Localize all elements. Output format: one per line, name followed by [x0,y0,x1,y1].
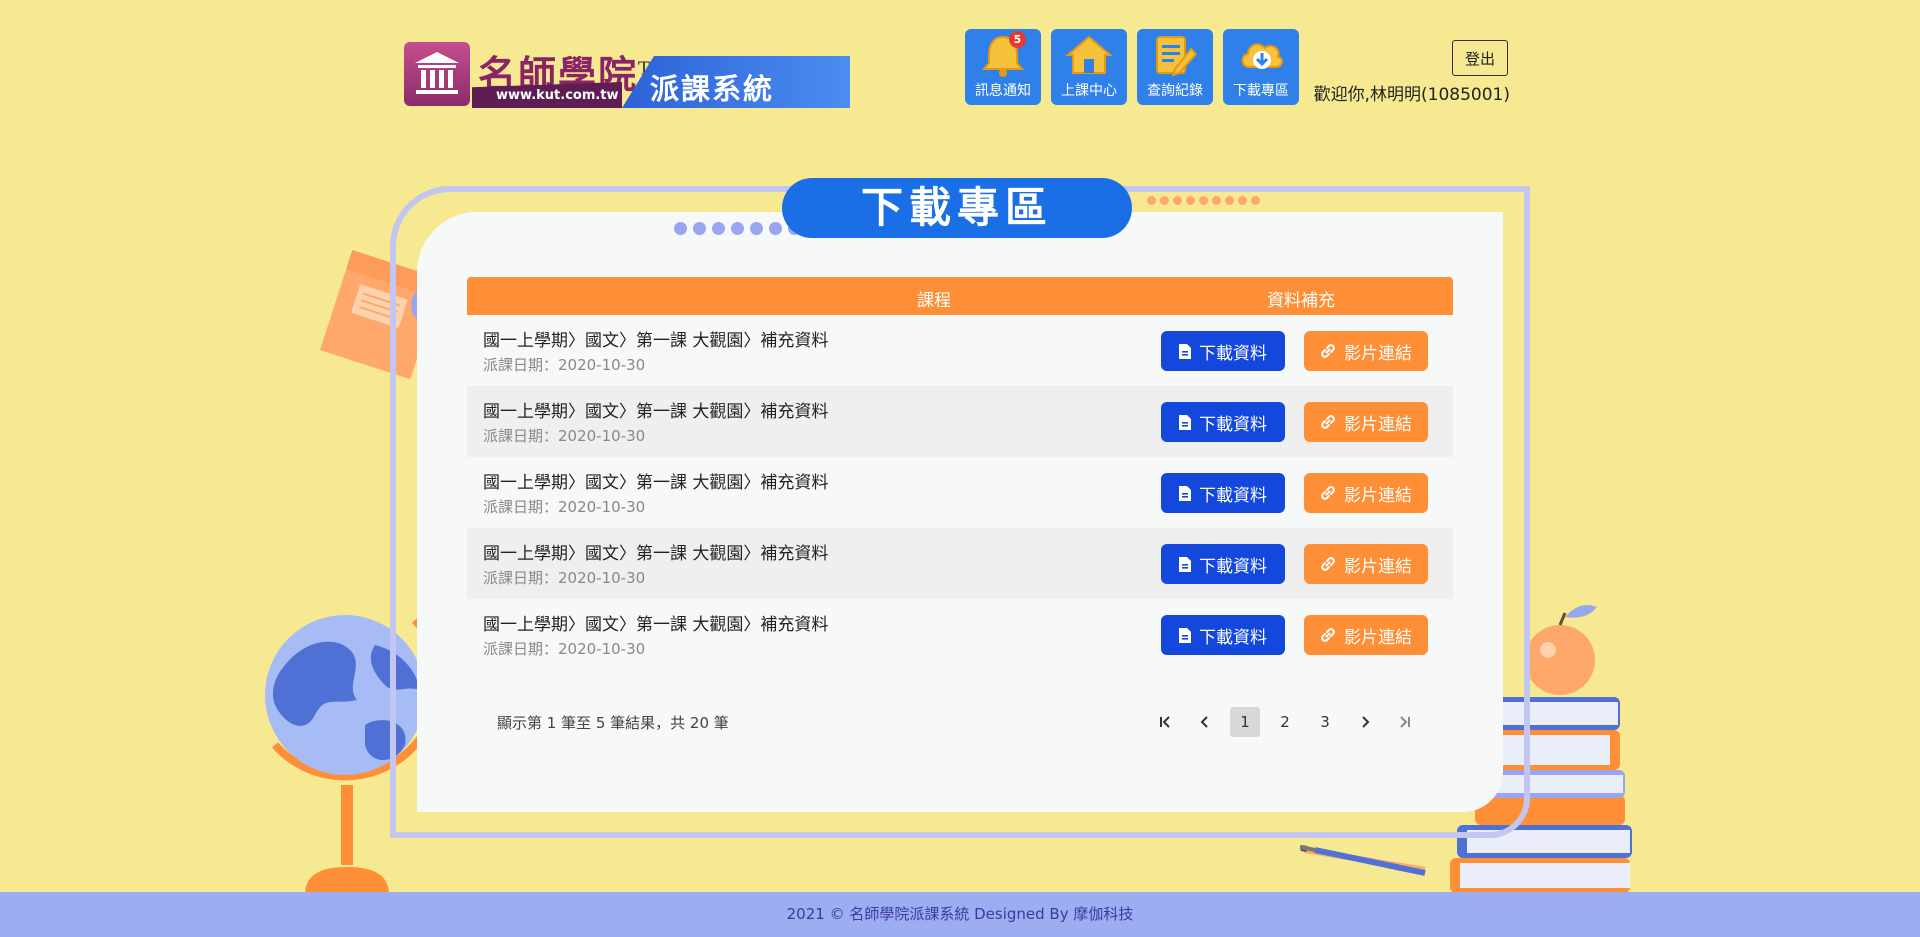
download-label: 下載資料 [1199,627,1267,648]
welcome-message: 歡迎你,林明明(1085001) [1313,85,1510,105]
download-button[interactable]: 下載資料 [1161,615,1285,655]
chevron-left-icon [1200,716,1208,728]
nav-label: 查詢紀錄 [1147,83,1203,99]
house-icon [1065,35,1113,74]
video-link-button[interactable]: 影片連結 [1304,331,1428,371]
video-link-button[interactable]: 影片連結 [1304,402,1428,442]
nav-download-zone[interactable]: 下載專區 [1223,29,1299,105]
column-header-course: 課程 [917,291,951,311]
download-label: 下載資料 [1199,556,1267,577]
result-summary: 顯示第 1 筆至 5 筆結果，共 20 筆 [497,714,729,732]
table-row: 國一上學期〉國文〉第一課 大觀園〉補充資料 派課日期：2020-10-30 下載… [467,315,1453,386]
assign-date: 派課日期：2020-10-30 [483,356,646,374]
clipboard-pencil-icon [1156,36,1198,77]
column-header-extra: 資料補充 [1267,291,1335,311]
download-label: 下載資料 [1199,414,1267,435]
download-label: 下載資料 [1199,485,1267,506]
video-label: 影片連結 [1344,556,1412,577]
nav-label: 訊息通知 [975,83,1031,99]
course-title: 國一上學期〉國文〉第一課 大觀園〉補充資料 [483,402,829,422]
download-label: 下載資料 [1199,343,1267,364]
course-title: 國一上學期〉國文〉第一課 大觀園〉補充資料 [483,615,829,635]
next-page-button[interactable] [1350,707,1380,737]
video-link-button[interactable]: 影片連結 [1304,615,1428,655]
chevron-last-icon [1400,716,1410,728]
nav-class-center[interactable]: 上課中心 [1051,29,1127,105]
link-icon [1321,344,1335,358]
video-label: 影片連結 [1344,485,1412,506]
page-2-button[interactable]: 2 [1270,707,1300,737]
link-icon [1321,557,1335,571]
file-icon [1179,343,1191,359]
table-row: 國一上學期〉國文〉第一課 大觀園〉補充資料 派課日期：2020-10-30 下載… [467,599,1453,670]
footer: 2021 © 名師學院派課系統 Designed By 摩伽科技 [0,892,1920,937]
course-title: 國一上學期〉國文〉第一課 大觀園〉補充資料 [483,473,829,493]
page-3-button[interactable]: 3 [1310,707,1340,737]
page-title: 下載專區 [782,178,1132,238]
nav-notifications[interactable]: 5 訊息通知 [965,29,1041,105]
assign-date: 派課日期：2020-10-30 [483,498,646,516]
file-icon [1179,485,1191,501]
table-row: 國一上學期〉國文〉第一課 大觀園〉補充資料 派課日期：2020-10-30 下載… [467,457,1453,528]
file-icon [1179,414,1191,430]
chevron-first-icon [1160,716,1170,728]
assign-date: 派課日期：2020-10-30 [483,640,646,658]
decorative-dots-right [1147,196,1260,205]
download-button[interactable]: 下載資料 [1161,402,1285,442]
file-icon [1179,627,1191,643]
pagination: 1 2 3 [1150,707,1420,737]
logo-url: www.kut.com.tw [496,88,619,103]
link-icon [1321,486,1335,500]
nav-label: 下載專區 [1233,83,1289,99]
page-1-button[interactable]: 1 [1230,707,1260,737]
download-button[interactable]: 下載資料 [1161,544,1285,584]
file-icon [1179,556,1191,572]
assign-date: 派課日期：2020-10-30 [483,427,646,445]
nav-query-records[interactable]: 查詢紀錄 [1137,29,1213,105]
video-label: 影片連結 [1344,627,1412,648]
download-button[interactable]: 下載資料 [1161,473,1285,513]
link-icon [1321,415,1335,429]
download-table: 課程 資料補充 國一上學期〉國文〉第一課 大觀園〉補充資料 派課日期：2020-… [467,277,1453,670]
video-link-button[interactable]: 影片連結 [1304,544,1428,584]
cloud-download-icon [1241,43,1283,69]
course-title: 國一上學期〉國文〉第一課 大觀園〉補充資料 [483,331,829,351]
logo-subtitle: 派課系統 [650,72,775,106]
first-page-button[interactable] [1150,707,1180,737]
logout-button[interactable]: 登出 [1452,40,1508,76]
notification-badge: 5 [1009,31,1026,48]
prev-page-button[interactable] [1190,707,1220,737]
nav-label: 上課中心 [1061,83,1117,99]
last-page-button[interactable] [1390,707,1420,737]
table-header: 課程 資料補充 [467,277,1453,315]
academy-building-icon [404,42,470,106]
table-row: 國一上學期〉國文〉第一課 大觀園〉補充資料 派課日期：2020-10-30 下載… [467,528,1453,599]
table-row: 國一上學期〉國文〉第一課 大觀園〉補充資料 派課日期：2020-10-30 下載… [467,386,1453,457]
assign-date: 派課日期：2020-10-30 [483,569,646,587]
video-label: 影片連結 [1344,343,1412,364]
link-icon [1321,628,1335,642]
top-nav: 5 訊息通知 上課中心 查詢紀錄 下載專區 [965,29,1299,105]
download-button[interactable]: 下載資料 [1161,331,1285,371]
course-title: 國一上學期〉國文〉第一課 大觀園〉補充資料 [483,544,829,564]
site-logo[interactable]: 名師學院TM www.kut.com.tw 派課系統 [404,42,850,108]
video-link-button[interactable]: 影片連結 [1304,473,1428,513]
video-label: 影片連結 [1344,414,1412,435]
chevron-right-icon [1362,716,1370,728]
